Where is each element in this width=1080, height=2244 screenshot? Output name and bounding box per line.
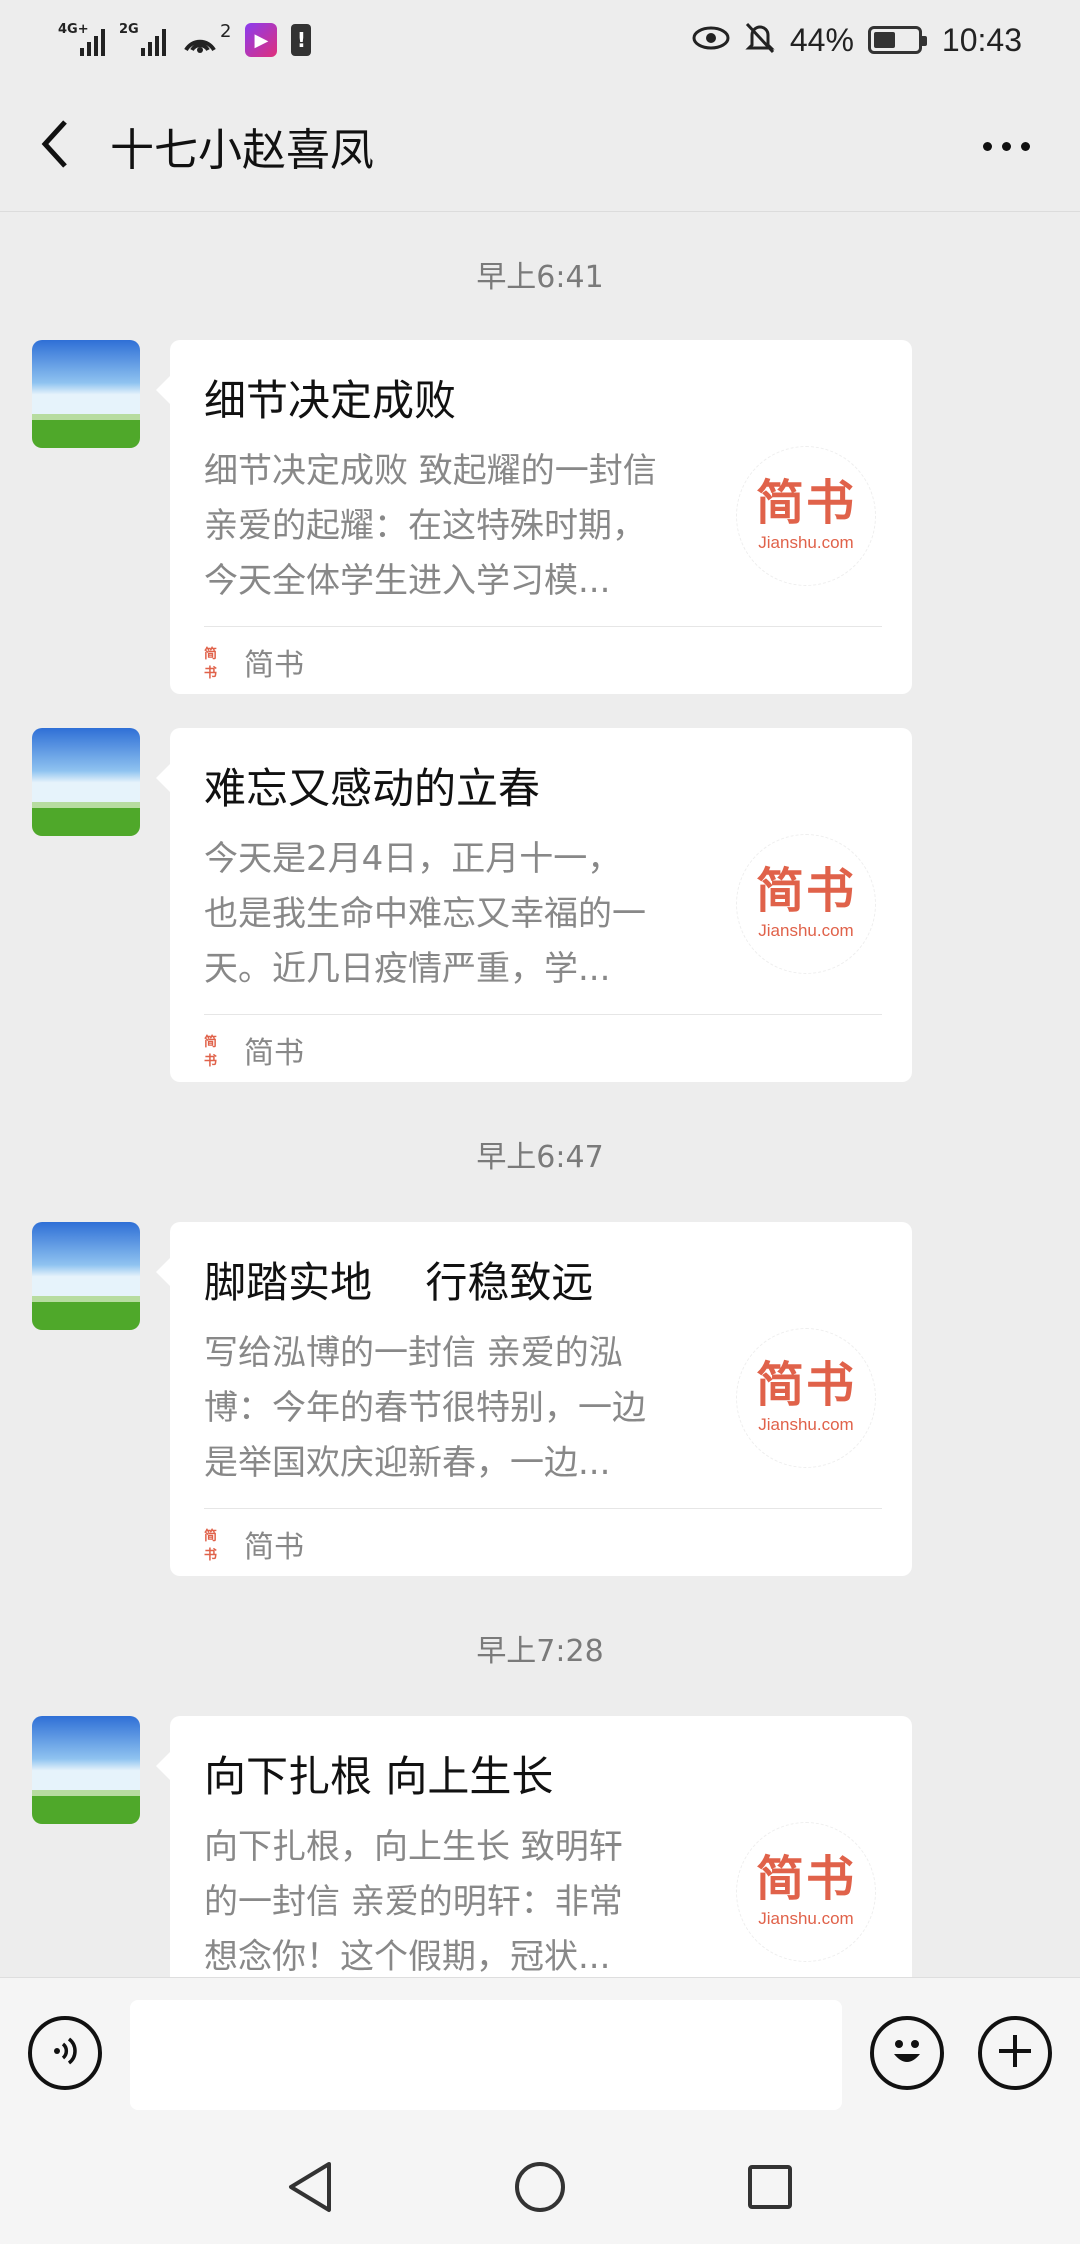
jianshu-domain: Jianshu.com — [758, 1909, 854, 1928]
nav-back-button[interactable] — [280, 2159, 340, 2219]
jianshu-domain: Jianshu.com — [758, 921, 854, 940]
timestamp: 早上6:47 — [476, 1140, 604, 1175]
square-recents-icon — [746, 2163, 794, 2215]
voice-button[interactable] — [28, 2016, 102, 2090]
link-card[interactable]: 脚踏实地 行稳致远 写给泓博的一封信 亲爱的泓 博：今年的春节很特别，一边 是举… — [156, 1222, 912, 1576]
card-source: 简书 简书 — [204, 1028, 304, 1072]
jianshu-logo: 简书 — [755, 1851, 856, 1907]
card-title: 向下扎根 向上生长 — [204, 1752, 554, 1801]
status-bar: 4G+ 2G 2 ▶ ! 44% 10:43 — [0, 0, 1080, 80]
hotspot-count: 2 — [220, 20, 232, 42]
jianshu-domain: Jianshu.com — [758, 1415, 854, 1434]
card-description: 今天是2月4日，正月十一， 也是我生命中难忘又幸福的一 天。近几日疫情严重，学.… — [204, 839, 646, 989]
clock: 10:43 — [941, 21, 1022, 58]
eye-icon — [692, 25, 730, 55]
timestamp: 早上6:41 — [476, 260, 604, 295]
plus-icon — [993, 2029, 1037, 2077]
back-button[interactable] — [0, 80, 110, 212]
card-source: 简书 简书 — [204, 640, 304, 684]
divider — [204, 1014, 882, 1015]
divider — [204, 1508, 882, 1509]
source-name: 简书 — [244, 648, 304, 683]
status-right: 44% 10:43 — [692, 21, 1022, 59]
chat-title: 十七小赵喜凤 — [110, 124, 374, 176]
input-bar — [0, 1977, 1080, 2129]
timestamp: 早上7:28 — [476, 1634, 604, 1669]
link-card[interactable]: 向下扎根 向上生长 向下扎根，向上生长 致明轩 的一封信 亲爱的明轩：非常 想念… — [156, 1716, 912, 1977]
nav-home-button[interactable] — [510, 2159, 570, 2219]
message-input[interactable] — [130, 2000, 842, 2110]
emoji-button[interactable] — [870, 2016, 944, 2090]
mute-bell-icon — [744, 21, 776, 59]
source-name: 简书 — [244, 1036, 304, 1071]
jianshu-thumbnail: 简书 Jianshu.com — [736, 1328, 876, 1468]
avatar[interactable] — [32, 1716, 140, 1824]
card-source: 简书 简书 — [204, 1522, 304, 1566]
jianshu-domain: Jianshu.com — [758, 533, 854, 552]
circle-home-icon — [513, 2160, 567, 2218]
avatar[interactable] — [32, 728, 140, 836]
card-title: 难忘又感动的立春 — [204, 764, 541, 813]
divider — [204, 626, 882, 627]
more-functions-button[interactable] — [978, 2016, 1052, 2090]
card-description: 细节决定成败 致起耀的一封信 亲爱的起耀：在这特殊时期， 今天全体学生进入学习模… — [204, 451, 657, 601]
triangle-back-icon — [285, 2160, 335, 2218]
jianshu-icon: 简书 — [204, 1035, 218, 1069]
jianshu-thumbnail: 简书 Jianshu.com — [736, 446, 876, 586]
smiley-icon — [882, 2026, 932, 2080]
net1-tag: 4G+ — [58, 22, 89, 37]
jianshu-icon: 简书 — [204, 1529, 218, 1563]
battery-icon — [867, 26, 927, 54]
link-card[interactable]: 难忘又感动的立春 今天是2月4日，正月十一， 也是我生命中难忘又幸福的一 天。近… — [156, 728, 912, 1082]
battery-percent: 44% — [789, 21, 854, 58]
card-title: 脚踏实地 行稳致远 — [204, 1258, 594, 1307]
avatar[interactable] — [32, 340, 140, 448]
voice-icon — [45, 2031, 85, 2075]
alert-icon: ! — [291, 24, 312, 56]
net2-tag: 2G — [119, 22, 139, 37]
more-button[interactable] — [968, 120, 1044, 172]
status-left: 4G+ 2G 2 ▶ ! — [58, 20, 312, 60]
avatar[interactable] — [32, 1222, 140, 1330]
chat-area[interactable]: 早上6:41 细节决定成败 细节决定成败 致起耀的一封信 亲爱的起耀：在这特殊时… — [0, 212, 1080, 1977]
jianshu-icon: 简书 — [204, 647, 218, 681]
link-card[interactable]: 细节决定成败 细节决定成败 致起耀的一封信 亲爱的起耀：在这特殊时期， 今天全体… — [156, 340, 912, 694]
jianshu-thumbnail: 简书 Jianshu.com — [736, 1822, 876, 1962]
video-app-icon: ▶ — [245, 23, 278, 57]
jianshu-logo: 简书 — [755, 475, 856, 531]
system-nav-bar — [0, 2129, 1080, 2244]
more-dots-icon — [982, 141, 992, 151]
signal-4g-icon: 4G+ — [58, 22, 105, 56]
signal-2g-icon: 2G — [119, 22, 166, 56]
chat-header: 十七小赵喜凤 — [0, 80, 1080, 212]
card-description: 写给泓博的一封信 亲爱的泓 博：今年的春节很特别，一边 是举国欢庆迎新春，一边.… — [204, 1333, 646, 1483]
card-description: 向下扎根，向上生长 致明轩 的一封信 亲爱的明轩：非常 想念你！这个假期，冠状.… — [204, 1827, 623, 1977]
jianshu-thumbnail: 简书 Jianshu.com — [736, 834, 876, 974]
jianshu-logo: 简书 — [755, 863, 856, 919]
jianshu-logo: 简书 — [755, 1357, 856, 1413]
source-name: 简书 — [244, 1530, 304, 1565]
wifi-hotspot-icon — [180, 20, 220, 60]
nav-recents-button[interactable] — [740, 2159, 800, 2219]
chevron-left-icon — [39, 118, 71, 174]
card-title: 细节决定成败 — [204, 376, 457, 425]
